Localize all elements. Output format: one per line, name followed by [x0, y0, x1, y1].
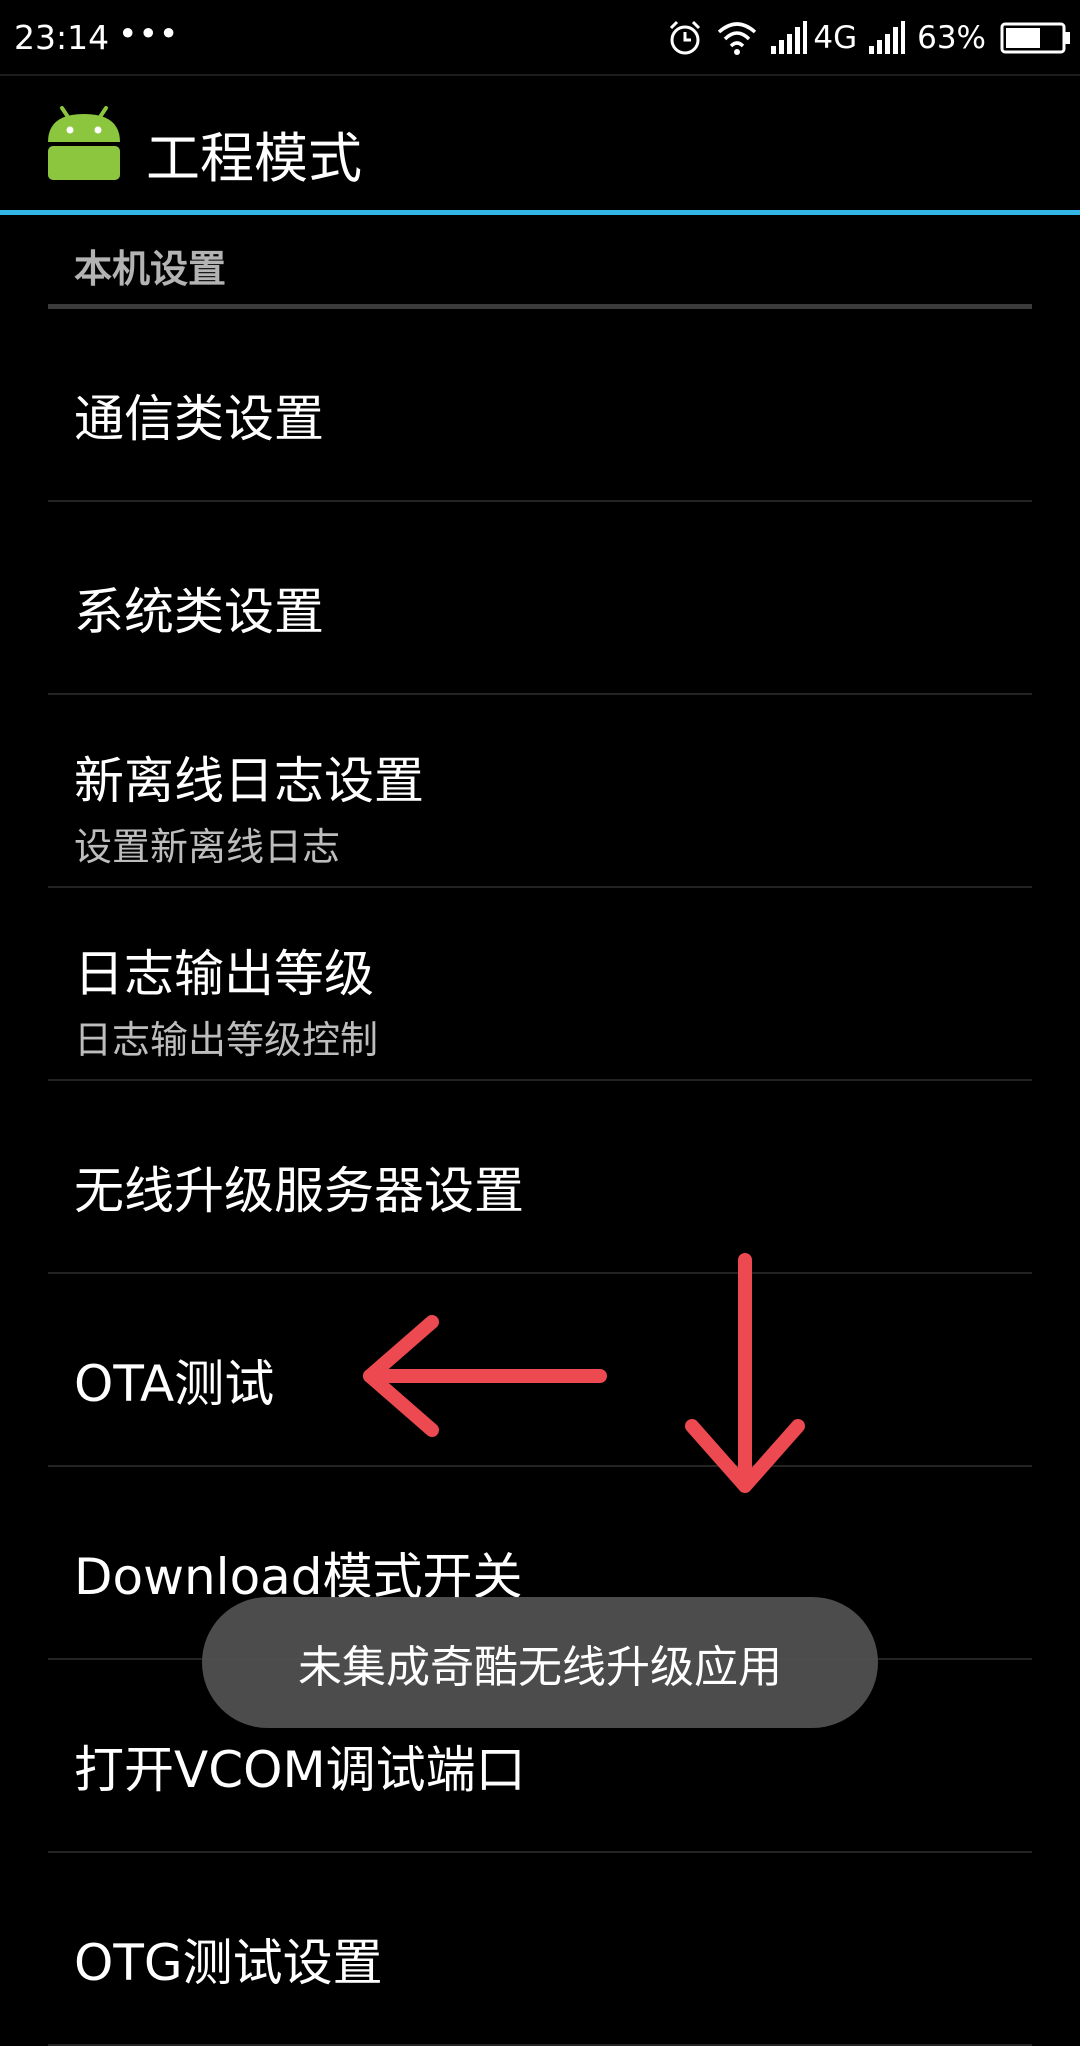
action-bar-divider: [0, 210, 1080, 215]
status-time: 23:14: [14, 18, 110, 57]
list-item-title: 打开VCOM调试端口: [74, 1741, 526, 1799]
list-item-title: 日志输出等级: [74, 945, 374, 1003]
list-item-ota-server-settings[interactable]: 无线升级服务器设置: [48, 1081, 1032, 1274]
list-item-offline-log-settings[interactable]: 新离线日志设置 设置新离线日志: [48, 695, 1032, 888]
list-item-title: 无线升级服务器设置: [74, 1162, 524, 1220]
signal-icon: [771, 21, 808, 54]
list-item-communication-settings[interactable]: 通信类设置: [48, 309, 1032, 502]
list-item-otg-test-settings[interactable]: OTG测试设置: [48, 1853, 1032, 2046]
list-item-system-settings[interactable]: 系统类设置: [48, 502, 1032, 695]
list-item-title: 通信类设置: [74, 390, 324, 448]
list-item-title: 系统类设置: [74, 583, 324, 641]
more-notifications-icon: •••: [118, 14, 180, 53]
alarm-icon: [670, 20, 701, 55]
page-title: 工程模式: [146, 127, 362, 190]
list-item-log-level[interactable]: 日志输出等级 日志输出等级控制: [48, 888, 1032, 1081]
list-item-title: OTA测试: [74, 1355, 275, 1413]
list-item-title: 新离线日志设置: [74, 752, 424, 810]
list-item-summary: 日志输出等级控制: [74, 1018, 379, 1062]
battery-percent: 63%: [917, 20, 986, 56]
wifi-icon: [718, 22, 757, 55]
status-icons: 4G 63%: [655, 12, 1072, 64]
preference-list: 通信类设置 系统类设置 新离线日志设置 设置新离线日志 日志输出等级 日志输出等…: [0, 309, 1080, 2046]
network-type: 4G: [813, 20, 858, 56]
category-header: 本机设置: [74, 247, 227, 291]
list-item-title: OTG测试设置: [74, 1934, 383, 1992]
list-item-ota-test[interactable]: OTA测试: [48, 1274, 1032, 1467]
battery-icon: [1000, 22, 1070, 54]
status-bar: 23:14 ••• 4G 63%: [0, 0, 1080, 76]
android-app-icon[interactable]: [44, 102, 124, 182]
toast-message: 未集成奇酷无线升级应用: [202, 1597, 878, 1728]
signal-icon: [869, 21, 906, 54]
list-item-summary: 设置新离线日志: [74, 825, 341, 869]
action-bar: 工程模式: [0, 76, 1080, 210]
